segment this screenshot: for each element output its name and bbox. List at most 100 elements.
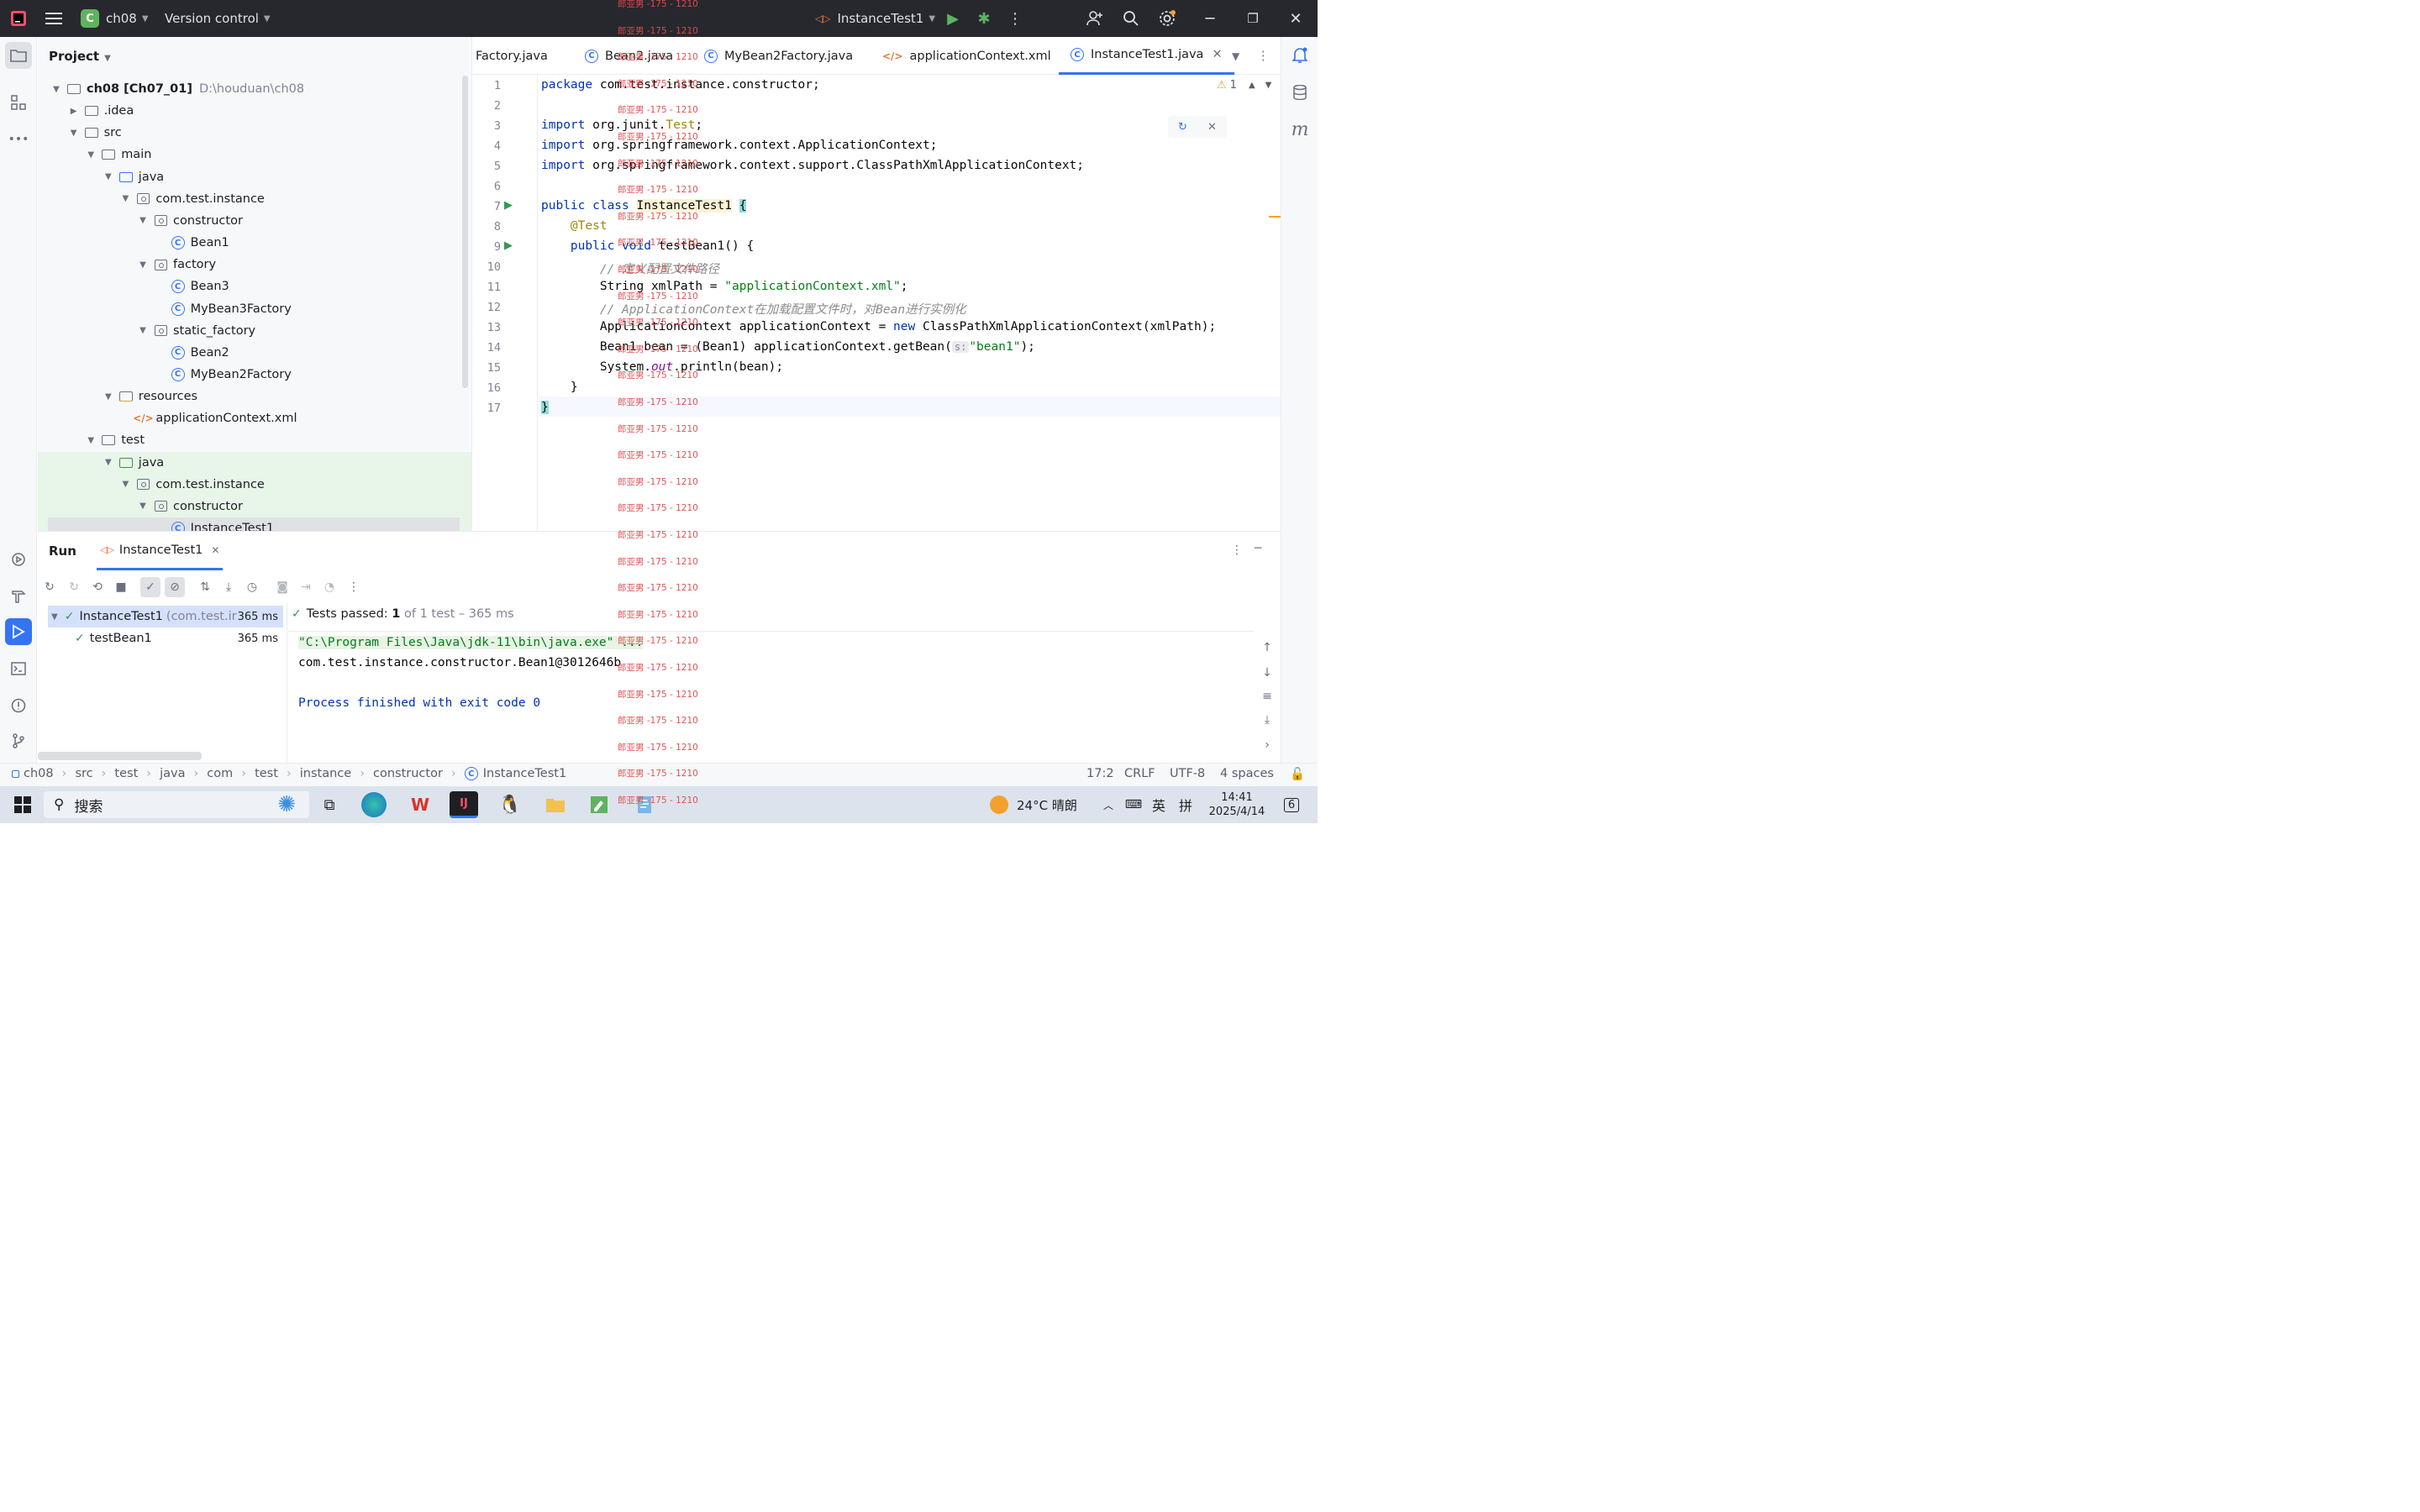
tree-item[interactable]: </> applicationContext.xml <box>38 407 462 429</box>
structure-icon[interactable] <box>5 89 32 116</box>
taskbar-search[interactable]: ⚲ 搜索 ✺ <box>44 791 309 818</box>
close-tab-icon[interactable]: ✕ <box>211 544 219 556</box>
add-user-icon[interactable] <box>1083 7 1107 30</box>
tree-item[interactable]: C Bean3 <box>38 276 462 297</box>
tree-item[interactable]: ▼ com.test.instance <box>38 474 462 496</box>
file-encoding[interactable]: UTF-8 <box>1170 767 1205 780</box>
chevron-down-icon[interactable]: ▼ <box>136 501 150 511</box>
run-tool-icon[interactable] <box>5 618 32 645</box>
breadcrumb-item[interactable]: constructor <box>373 767 443 780</box>
prev-highlight-icon[interactable]: ▲ <box>1249 81 1255 90</box>
scroll-down-icon[interactable]: ↓ <box>1255 666 1280 680</box>
settings-gear-icon[interactable] <box>1155 7 1179 30</box>
input-mode-icon[interactable]: 拼 <box>1175 791 1197 818</box>
chevron-down-icon[interactable]: ▼ <box>136 326 150 335</box>
keyboard-icon[interactable]: ⌨ <box>1123 791 1144 818</box>
show-passed-icon[interactable]: ✓ <box>140 577 160 597</box>
tree-item[interactable]: C MyBean2Factory <box>38 364 462 386</box>
tree-item[interactable]: ▼ resources <box>38 386 462 407</box>
chevron-down-icon[interactable]: ▼ <box>102 392 115 402</box>
intellij-taskbar-icon[interactable]: IJ <box>450 791 478 818</box>
windows-start-icon[interactable] <box>12 791 34 818</box>
run-icon[interactable]: ▶ <box>941 7 965 30</box>
code-line-8[interactable]: @Test <box>541 219 608 233</box>
line-separator[interactable]: CRLF <box>1124 767 1155 780</box>
tree-item[interactable]: C Bean1 <box>38 232 462 254</box>
tree-item[interactable]: ▶ .idea <box>38 100 462 122</box>
import-tests-icon[interactable]: ⤓ <box>218 577 239 597</box>
close-popup-icon[interactable]: ✕ <box>1207 121 1217 134</box>
caret-position[interactable]: 17:2 <box>1086 767 1114 780</box>
qq-icon[interactable]: 🐧 <box>496 791 524 818</box>
stop-icon[interactable]: ■ <box>111 577 131 597</box>
indent-setting[interactable]: 4 spaces <box>1220 767 1274 780</box>
ide-logo-icon[interactable] <box>10 0 27 37</box>
tree-item[interactable]: ▼ src <box>38 122 462 144</box>
breadcrumb-item[interactable]: com <box>207 767 233 780</box>
tab-mybean2factory[interactable]: C MyBean2Factory.java <box>704 37 853 75</box>
scroll-up-icon[interactable]: ↑ <box>1255 641 1280 654</box>
chevron-down-icon[interactable]: ▼ <box>102 458 115 467</box>
run-config-selector[interactable]: ◁▷ InstanceTest1 ▼ <box>815 0 935 37</box>
console-line-4[interactable]: Process finished with exit code 0 <box>298 696 540 710</box>
editor-app-icon[interactable] <box>585 791 613 818</box>
project-switcher[interactable]: C ch08 ▼ <box>81 0 149 37</box>
tree-item[interactable]: ▼ java <box>38 452 462 474</box>
close-window-icon[interactable]: ✕ <box>1284 7 1307 30</box>
tree-item[interactable]: C MyBean3Factory <box>38 298 462 320</box>
breadcrumb-item[interactable]: InstanceTest1 <box>483 767 566 780</box>
tab-applicationcontext-xml[interactable]: </> applicationContext.xml <box>882 37 1051 75</box>
code-line-14[interactable]: Bean1 bean = (Bean1) applicationContext.… <box>541 340 1035 354</box>
services-icon[interactable] <box>5 546 32 573</box>
project-scrollbar[interactable] <box>462 76 468 388</box>
chevron-down-icon[interactable]: ▼ <box>118 480 132 489</box>
tray-expand-icon[interactable]: ︿ <box>1099 791 1118 818</box>
project-panel-title[interactable]: Project ▼ <box>49 49 111 64</box>
sort-icon[interactable]: ⇅ <box>195 577 215 597</box>
breadcrumb-item[interactable]: src <box>75 767 92 780</box>
console-line-2[interactable]: com.test.instance.constructor.Bean1@3012… <box>298 656 621 669</box>
breadcrumb-item[interactable]: test <box>114 767 138 780</box>
breadcrumb-item[interactable]: test <box>255 767 278 780</box>
tab-instancetest1[interactable]: C InstanceTest1.java ✕ <box>1059 37 1234 75</box>
code-line-11[interactable]: String xmlPath = "applicationContext.xml… <box>541 280 908 293</box>
console-line-1[interactable]: "C:\Program Files\Java\jdk-11\bin\java.e… <box>298 636 644 649</box>
database-icon[interactable] <box>1286 79 1313 106</box>
tree-item[interactable]: ▼ com.test.instance <box>38 188 462 210</box>
notifications-bell-icon[interactable] <box>1286 42 1313 69</box>
close-tab-icon[interactable]: ✕ <box>1212 48 1222 61</box>
run-class-gutter-icon[interactable]: ▶ <box>504 199 518 213</box>
chevron-down-icon[interactable]: ▼ <box>136 260 150 270</box>
breadcrumb-item[interactable]: ch08 <box>24 767 54 780</box>
reload-maven-icon[interactable]: ↻ <box>1178 121 1187 134</box>
run-tab-instancetest1[interactable]: ◁▷ InstanceTest1 ✕ <box>97 532 224 570</box>
restore-window-icon[interactable]: ❐ <box>1241 7 1265 30</box>
breadcrumb-item[interactable]: java <box>160 767 185 780</box>
chevron-down-icon[interactable]: ▼ <box>102 172 115 181</box>
terminal-icon[interactable] <box>5 655 32 682</box>
test-history-icon[interactable]: ◷ <box>242 577 262 597</box>
minimize-window-icon[interactable]: ─ <box>1198 7 1222 30</box>
problems-icon[interactable] <box>5 692 32 719</box>
version-control-menu[interactable]: Version control ▼ <box>165 0 271 37</box>
hide-panel-icon[interactable]: ─ <box>1255 542 1261 555</box>
test-class-row[interactable]: ▼ ✓ InstanceTest1 (com.test.ir 365 ms <box>48 606 283 627</box>
tab-factory[interactable]: Factory.java <box>476 37 548 75</box>
weather-widget[interactable]: 24°C 晴朗 <box>990 791 1082 818</box>
toggle-auto-test-icon[interactable]: ⟲ <box>87 577 108 597</box>
tree-item[interactable]: C InstanceTest1 <box>48 517 460 531</box>
tree-item[interactable]: ▼ ch08 [Ch07_01] D:\houduan\ch08 <box>38 78 462 100</box>
input-language[interactable]: 英 <box>1148 791 1170 818</box>
more-tools-icon[interactable]: ••• <box>5 126 32 153</box>
main-menu-icon[interactable] <box>45 0 62 37</box>
project-folder-icon[interactable] <box>5 42 32 69</box>
tree-item[interactable]: ▼ factory <box>38 254 462 276</box>
tree-item[interactable]: ▼ constructor <box>38 210 462 232</box>
task-view-icon[interactable]: ⧉ <box>315 791 344 818</box>
read-only-lock-icon[interactable]: 🔓 <box>1290 767 1305 781</box>
expand-icon[interactable]: › <box>1255 738 1280 752</box>
clock[interactable]: 14:41 2025/4/14 <box>1203 791 1270 818</box>
scroll-to-end-icon[interactable]: ⤓ <box>1255 713 1280 727</box>
chevron-down-icon[interactable]: ▼ <box>50 85 63 94</box>
chevron-down-icon[interactable]: ▼ <box>118 194 132 203</box>
